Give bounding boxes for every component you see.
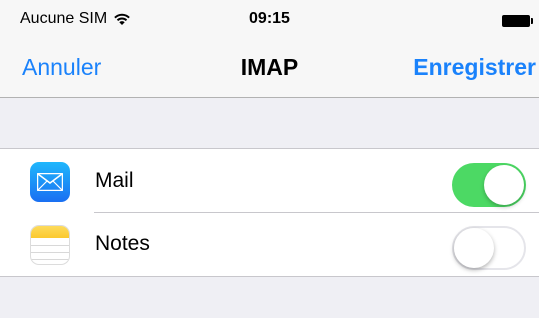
notes-icon xyxy=(30,225,70,265)
battery-icon xyxy=(502,15,533,27)
navigation-bar: Annuler IMAP Enregistrer xyxy=(0,40,539,98)
notes-label: Notes xyxy=(95,232,150,255)
save-button[interactable]: Enregistrer xyxy=(413,54,536,81)
toggle-knob xyxy=(454,228,494,268)
mail-label: Mail xyxy=(95,169,134,192)
status-bar: Aucune SIM 09:15 xyxy=(0,0,539,40)
status-time: 09:15 xyxy=(249,10,290,27)
notes-toggle[interactable] xyxy=(452,226,526,270)
services-list: Mail Notes xyxy=(0,148,539,277)
toggle-knob xyxy=(484,165,524,205)
mail-icon xyxy=(30,162,70,202)
list-item-notes: Notes xyxy=(0,212,539,275)
list-item-mail: Mail xyxy=(0,149,539,212)
mail-toggle[interactable] xyxy=(452,163,526,207)
